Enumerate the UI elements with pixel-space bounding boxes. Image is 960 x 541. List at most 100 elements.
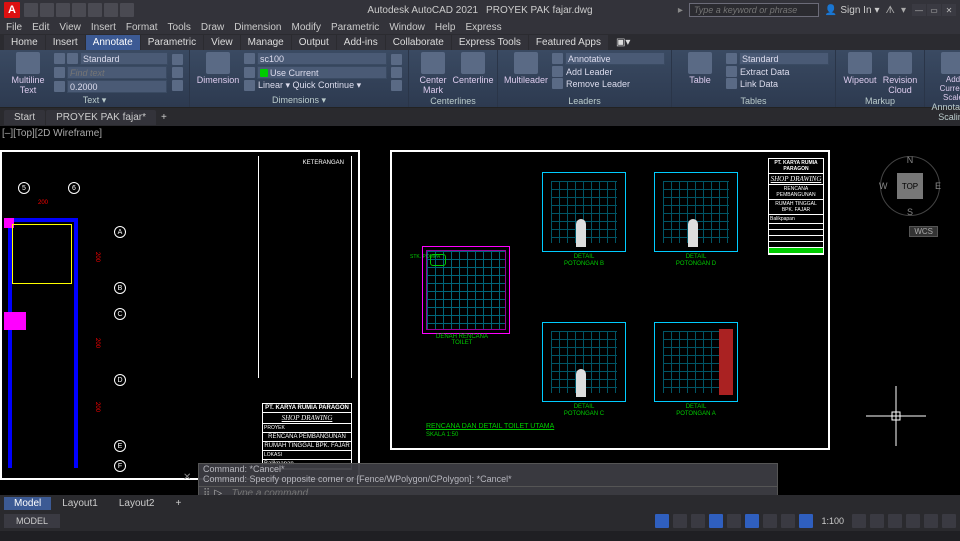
sb-cleanscreen-icon[interactable] [924, 514, 938, 528]
sb-isolate-icon[interactable] [888, 514, 902, 528]
link-data-button[interactable]: Link Data [726, 78, 829, 89]
tab-featured-apps[interactable]: Featured Apps [529, 35, 608, 50]
tab-output[interactable]: Output [292, 35, 336, 50]
tablestyle-combo[interactable] [739, 52, 829, 65]
scale-icon[interactable] [172, 80, 183, 91]
cmdline-close-icon[interactable]: ✕ [183, 472, 191, 483]
qat-redo-icon[interactable] [120, 3, 134, 17]
dim-opt3-icon[interactable] [391, 80, 402, 91]
tab-addins[interactable]: Add-ins [337, 35, 385, 50]
panel-text-label[interactable]: Text ▾ [6, 95, 183, 106]
new-tab-button[interactable]: + [157, 110, 171, 125]
tab-parametric[interactable]: Parametric [141, 35, 203, 50]
qat-open-icon[interactable] [40, 3, 54, 17]
menu-help[interactable]: Help [435, 22, 456, 33]
menu-draw[interactable]: Draw [201, 22, 224, 33]
tab-overflow-icon[interactable]: ▣▾ [609, 35, 637, 50]
tab-insert[interactable]: Insert [46, 35, 85, 50]
qat-saveas-icon[interactable] [72, 3, 86, 17]
menu-modify[interactable]: Modify [292, 22, 321, 33]
help-search-input[interactable] [689, 3, 819, 17]
menu-view[interactable]: View [59, 22, 81, 33]
qat-plot-icon[interactable] [88, 3, 102, 17]
layout-tab-2[interactable]: Layout2 [109, 497, 165, 510]
tab-view[interactable]: View [204, 35, 240, 50]
textstyle-combo[interactable] [80, 52, 168, 65]
text-height-input[interactable] [67, 80, 167, 93]
dimstyle-combo[interactable] [257, 52, 387, 65]
sb-snap-icon[interactable] [673, 514, 687, 528]
menu-edit[interactable]: Edit [32, 22, 49, 33]
abc-check-icon[interactable] [172, 54, 183, 65]
multileader-button[interactable]: Multileader [504, 52, 548, 96]
dim-opt1-icon[interactable] [391, 54, 402, 65]
tab-manage[interactable]: Manage [241, 35, 291, 50]
viewcube-e[interactable]: E [935, 181, 941, 191]
menu-format[interactable]: Format [126, 22, 158, 33]
sb-lineweight-icon[interactable] [763, 514, 777, 528]
sb-model-button[interactable]: MODEL [4, 514, 60, 528]
viewcube[interactable]: TOP N S E W [880, 156, 940, 216]
centerline-button[interactable]: Centerline [455, 52, 491, 96]
app-logo-icon[interactable]: A [4, 2, 20, 18]
revcloud-button[interactable]: Revision Cloud [882, 52, 918, 96]
menu-insert[interactable]: Insert [91, 22, 116, 33]
close-button[interactable]: ✕ [942, 4, 956, 16]
autodesk-app-icon[interactable]: ᗑ [886, 5, 895, 16]
menu-express[interactable]: Express [465, 22, 501, 33]
sb-grid-icon[interactable] [655, 514, 669, 528]
menu-file[interactable]: File [6, 22, 22, 33]
layout-tab-model[interactable]: Model [4, 497, 51, 510]
dimension-button[interactable]: Dimension [196, 52, 240, 95]
viewcube-n[interactable]: N [907, 155, 914, 165]
multiline-text-button[interactable]: Multiline Text [6, 52, 50, 95]
sb-otrack-icon[interactable] [745, 514, 759, 528]
signin-button[interactable]: 👤 Sign In ▾ [825, 5, 880, 16]
sb-workspace-icon[interactable] [852, 514, 866, 528]
dim-opt2-icon[interactable] [391, 67, 402, 78]
doc-tab-start[interactable]: Start [4, 110, 45, 125]
dim-layer-combo[interactable]: Use Current [270, 68, 319, 78]
qat-new-icon[interactable] [24, 3, 38, 17]
viewcube-s[interactable]: S [907, 207, 913, 217]
minimize-button[interactable]: — [912, 4, 926, 16]
mleaderstyle-combo[interactable] [565, 52, 665, 65]
cmdline-handle-icon[interactable]: ⣿ [203, 488, 210, 495]
layout-tab-1[interactable]: Layout1 [52, 497, 108, 510]
viewport-label[interactable]: [–][Top][2D Wireframe] [2, 128, 102, 139]
wipeout-button[interactable]: Wipeout [842, 52, 878, 96]
panel-markup-label[interactable]: Markup [842, 96, 918, 106]
command-line[interactable]: Command: *Cancel* Command: Specify oppos… [198, 463, 778, 495]
sb-osnap-icon[interactable] [727, 514, 741, 528]
dim-chain-buttons[interactable]: Linear ▾ Quick Continue ▾ [244, 80, 387, 91]
sb-customize-icon[interactable] [942, 514, 956, 528]
menu-tools[interactable]: Tools [168, 22, 191, 33]
sb-scale-label[interactable]: 1:100 [817, 516, 848, 526]
panel-tables-label[interactable]: Tables [678, 96, 829, 106]
menu-parametric[interactable]: Parametric [331, 22, 379, 33]
menu-dimension[interactable]: Dimension [234, 22, 281, 33]
remove-leader-button[interactable]: Remove Leader [552, 78, 665, 89]
viewcube-face[interactable]: TOP [897, 173, 923, 199]
sb-hardware-icon[interactable] [906, 514, 920, 528]
extract-data-button[interactable]: Extract Data [726, 66, 829, 77]
tab-express-tools[interactable]: Express Tools [452, 35, 528, 50]
viewcube-w[interactable]: W [879, 181, 888, 191]
centermark-button[interactable]: Center Mark [415, 52, 451, 96]
add-leader-button[interactable]: Add Leader [552, 66, 665, 77]
sb-ortho-icon[interactable] [691, 514, 705, 528]
find-text-input[interactable] [67, 66, 167, 79]
tab-home[interactable]: Home [4, 35, 45, 50]
command-input[interactable] [232, 488, 773, 495]
justify-icon[interactable] [172, 67, 183, 78]
sb-annomonitor-icon[interactable] [870, 514, 884, 528]
tab-collaborate[interactable]: Collaborate [386, 35, 451, 50]
tab-annotate[interactable]: Annotate [86, 35, 140, 50]
wcs-badge[interactable]: WCS [909, 226, 938, 237]
drawing-canvas[interactable]: [–][Top][2D Wireframe] TOP N S E W WCS Y… [0, 126, 960, 495]
panel-leaders-label[interactable]: Leaders [504, 96, 665, 106]
sb-transparency-icon[interactable] [781, 514, 795, 528]
menu-window[interactable]: Window [389, 22, 425, 33]
doc-tab-proyek[interactable]: PROYEK PAK fajar* [46, 110, 156, 125]
layout-tab-add-button[interactable]: + [165, 497, 191, 510]
